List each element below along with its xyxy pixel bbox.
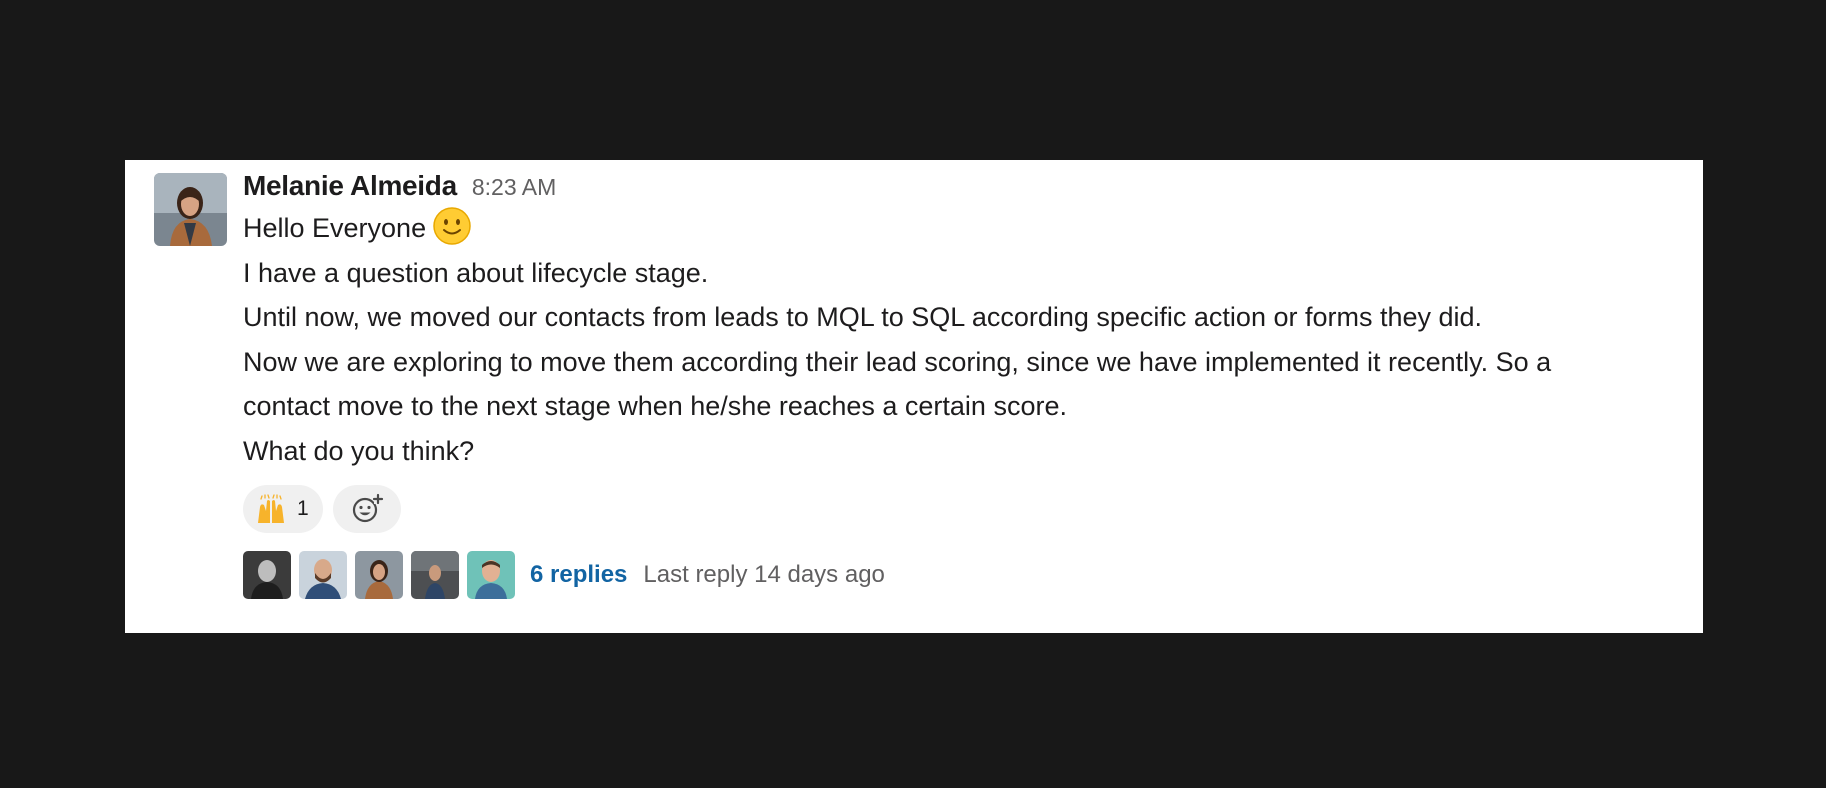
thread-participant-avatar[interactable]	[299, 551, 347, 599]
reaction-count: 1	[297, 497, 309, 520]
message-line: Until now, we moved our contacts from le…	[243, 302, 1483, 332]
add-reaction-icon	[352, 493, 383, 523]
raised-hands-icon	[258, 494, 284, 523]
message-body: Hello Everyone I have a question about l…	[243, 206, 1689, 473]
thread-participant-avatar[interactable]	[243, 551, 291, 599]
message-line: Now we are exploring to move them accord…	[243, 346, 1552, 377]
message-card: Melanie Almeida 8:23 AM Hello Everyone I…	[125, 160, 1703, 633]
sender-avatar[interactable]	[154, 173, 227, 246]
slightly-smiling-face-icon	[433, 207, 471, 245]
sender-name[interactable]: Melanie Almeida	[243, 170, 457, 202]
thread-summary[interactable]: 6 replies Last reply 14 days ago	[243, 551, 1689, 599]
reaction-raised-hands[interactable]: 1	[243, 485, 323, 533]
message-line: I have a question about lifecycle stage.	[243, 257, 709, 288]
greeting-text: Hello Everyone	[243, 213, 427, 243]
reactions-bar: 1	[243, 485, 1689, 533]
message-line: What do you think?	[243, 435, 475, 466]
add-reaction-button[interactable]	[332, 485, 401, 533]
message-timestamp[interactable]: 8:23 AM	[472, 174, 556, 201]
message-header: Melanie Almeida 8:23 AM	[243, 170, 1689, 206]
thread-participant-avatar[interactable]	[355, 551, 403, 599]
message-line: contact move to the next stage when he/s…	[243, 391, 1067, 421]
last-reply-text: Last reply 14 days ago	[643, 561, 885, 588]
thread-participant-avatar[interactable]	[467, 551, 515, 599]
thread-participant-avatar[interactable]	[411, 551, 459, 599]
message-content: Melanie Almeida 8:23 AM Hello Everyone I…	[243, 170, 1689, 599]
replies-link[interactable]: 6 replies	[530, 561, 627, 589]
message-line: Hello Everyone	[243, 206, 1689, 251]
